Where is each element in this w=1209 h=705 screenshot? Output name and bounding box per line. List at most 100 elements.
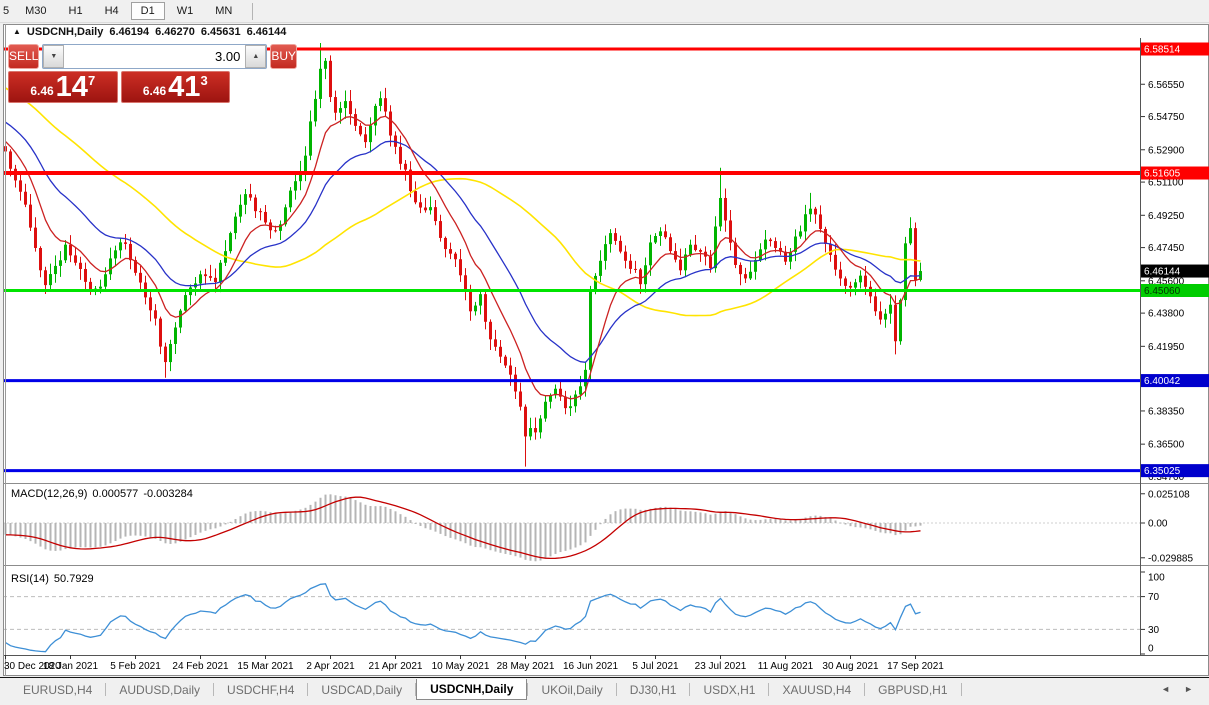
tab-eurusd-h4[interactable]: EURUSD,H4 xyxy=(10,680,105,700)
chart-window: 6.565506.547506.529006.511006.492506.474… xyxy=(3,24,1209,676)
volume-input[interactable] xyxy=(64,45,245,68)
timeframe-button-w1[interactable]: W1 xyxy=(167,2,204,20)
macd-bar xyxy=(280,514,282,523)
macd-bar xyxy=(100,523,102,547)
timeframe-button-m30[interactable]: M30 xyxy=(15,2,56,20)
macd-bar xyxy=(710,515,712,523)
macd-bar xyxy=(735,514,737,523)
rsi-tick-label: 100 xyxy=(1148,573,1165,584)
volume-increase-button[interactable]: ▲ xyxy=(245,45,266,68)
tab-gbpusd-h1[interactable]: GBPUSD,H1 xyxy=(865,680,960,700)
candle xyxy=(899,300,902,341)
candle xyxy=(344,101,347,108)
tab-usdcad-daily[interactable]: USDCAD,Daily xyxy=(308,680,415,700)
tab-dj30-h1[interactable]: DJ30,H1 xyxy=(617,680,690,700)
timeframe-button-h1[interactable]: H1 xyxy=(59,2,93,20)
rsi-value: 50.7929 xyxy=(54,573,94,585)
macd-bar xyxy=(155,523,157,539)
candle xyxy=(479,294,482,305)
volume-decrease-button[interactable]: ▼ xyxy=(43,45,64,68)
tab-audusd-daily[interactable]: AUDUSD,Daily xyxy=(106,680,213,700)
macd-bar xyxy=(245,514,247,523)
candle xyxy=(229,233,232,251)
macd-bar xyxy=(210,523,212,529)
price-tick-label: 6.41950 xyxy=(1148,342,1185,353)
tab-scroll-left-icon[interactable]: ◄ xyxy=(1161,684,1170,694)
macd-bar xyxy=(595,523,597,530)
macd-bar xyxy=(620,509,622,523)
candle xyxy=(49,274,52,285)
macd-bar xyxy=(780,519,782,523)
candle xyxy=(219,263,222,282)
macd-bar xyxy=(565,523,567,551)
candle xyxy=(714,226,717,268)
candle xyxy=(569,406,572,408)
candle xyxy=(39,248,42,270)
candle xyxy=(439,221,442,238)
tab-usdchf-h4[interactable]: USDCHF,H4 xyxy=(214,680,307,700)
candle xyxy=(174,328,177,344)
macd-bar xyxy=(310,505,312,523)
candle xyxy=(289,191,292,208)
tab-xauusd-h4[interactable]: XAUUSD,H4 xyxy=(769,680,864,700)
candle xyxy=(509,366,512,375)
macd-bar xyxy=(435,523,437,532)
macd-bar xyxy=(840,523,842,524)
buy-price-box[interactable]: 6.46 41 3 xyxy=(121,71,231,103)
candle xyxy=(884,314,887,320)
buy-button[interactable]: BUY xyxy=(270,44,297,69)
candle xyxy=(459,259,462,275)
macd-bar xyxy=(115,523,117,541)
sell-button[interactable]: SELL xyxy=(8,44,39,69)
rsi-tick-label: 0 xyxy=(1148,644,1154,655)
macd-bar xyxy=(120,523,122,539)
candle xyxy=(154,310,157,318)
macd-bar xyxy=(70,523,72,548)
macd-bar xyxy=(770,519,772,523)
ma-fast-line xyxy=(6,116,921,399)
macd-bar xyxy=(205,523,207,531)
rsi-tick-label: 70 xyxy=(1148,592,1160,603)
candle xyxy=(844,278,847,285)
candle xyxy=(739,265,742,274)
candle xyxy=(364,134,367,142)
tab-usdx-h1[interactable]: USDX,H1 xyxy=(690,680,768,700)
candle xyxy=(584,370,587,386)
macd-tick-label: 0.00 xyxy=(1148,519,1168,530)
macd-bar xyxy=(560,523,562,552)
ohlc-low: 6.45631 xyxy=(201,26,241,38)
macd-bar xyxy=(95,523,97,547)
price-badge-label: 6.45060 xyxy=(1144,286,1181,297)
macd-bar xyxy=(430,523,432,530)
timeframe-button-5[interactable]: 5 xyxy=(1,2,13,20)
timeframe-button-d1[interactable]: D1 xyxy=(131,2,165,20)
macd-bar xyxy=(190,523,192,537)
macd-bar xyxy=(160,523,162,541)
macd-bar xyxy=(685,511,687,523)
macd-bar xyxy=(215,523,217,528)
macd-bar xyxy=(490,523,492,550)
tab-usdcnh-daily[interactable]: USDCNH,Daily xyxy=(416,679,527,700)
macd-bar xyxy=(690,511,692,523)
macd-bar xyxy=(315,502,317,523)
date-tick-label: 28 May 2021 xyxy=(497,661,555,672)
candle xyxy=(214,278,217,282)
candle xyxy=(464,275,467,289)
sell-price-box[interactable]: 6.46 14 7 xyxy=(8,71,118,103)
price-tick-label: 6.49250 xyxy=(1148,211,1185,222)
tab-scroll-right-icon[interactable]: ► xyxy=(1184,684,1193,694)
timeframe-button-h4[interactable]: H4 xyxy=(95,2,129,20)
macd-bar xyxy=(540,523,542,560)
timeframe-button-mn[interactable]: MN xyxy=(205,2,242,20)
candle xyxy=(169,344,172,362)
candle xyxy=(314,99,317,121)
date-tick-label: 21 Apr 2021 xyxy=(369,661,423,672)
price-badge-label: 6.40042 xyxy=(1144,376,1181,387)
macd-bar xyxy=(445,523,447,536)
macd-bar xyxy=(805,518,807,523)
macd-bar xyxy=(45,523,47,549)
candle xyxy=(914,228,917,280)
candle xyxy=(534,428,537,432)
tab-ukoil-daily[interactable]: UKOil,Daily xyxy=(528,680,615,700)
macd-value-main: 0.000577 xyxy=(92,488,138,500)
